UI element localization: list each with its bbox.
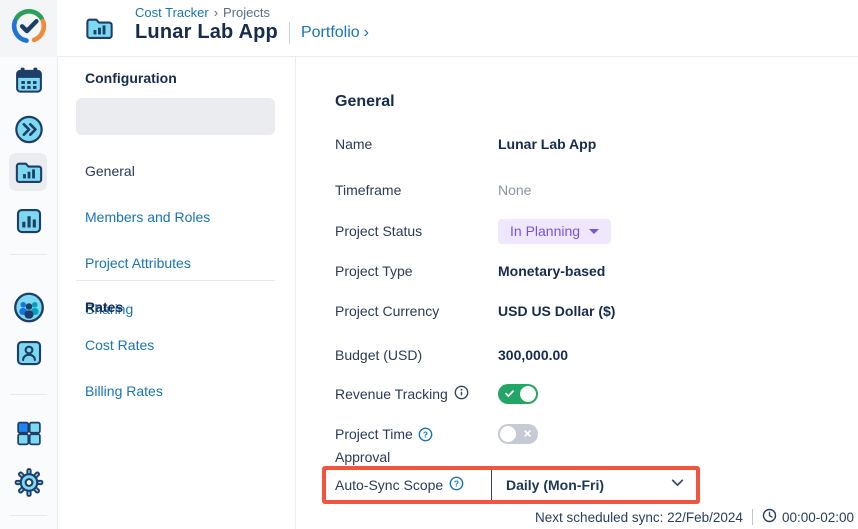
projects-folder-icon[interactable] <box>13 157 44 188</box>
app-window: Cost Tracker › Projects Lunar Lab App Po… <box>0 0 858 529</box>
chevron-down-icon <box>669 474 686 496</box>
breadcrumb: Cost Tracker › Projects <box>135 5 270 20</box>
reports-chart-icon[interactable] <box>14 206 44 236</box>
field-row-project-type: Project Type Monetary-based <box>335 261 835 281</box>
app-logo-cell[interactable] <box>0 0 57 57</box>
help-icon[interactable]: ? <box>418 427 433 447</box>
sync-time-range: 00:00-02:00 <box>782 510 854 525</box>
svg-text:?: ? <box>454 479 459 489</box>
page-header: Cost Tracker › Projects Lunar Lab App Po… <box>0 0 858 57</box>
rail-divider <box>10 515 47 516</box>
auto-sync-scope-select[interactable]: Daily (Mon-Fri) <box>492 474 696 496</box>
field-label: Timeframe <box>335 182 498 198</box>
rail-divider <box>10 254 47 255</box>
project-status-dropdown[interactable]: In Planning <box>498 219 611 244</box>
page-title: Lunar Lab App <box>135 21 278 44</box>
caret-down-icon <box>589 229 599 234</box>
select-value: Daily (Mon-Fri) <box>506 477 604 493</box>
field-row-name: Name Lunar Lab App <box>335 134 835 154</box>
apps-grid-icon[interactable] <box>14 419 43 448</box>
sidebar-item-project-attributes[interactable]: Project Attributes <box>85 255 191 271</box>
toggle-knob <box>520 386 536 402</box>
field-label: Budget (USD) <box>335 347 498 363</box>
field-label: Auto-Sync Scope <box>335 477 443 493</box>
project-time-approval-toggle[interactable] <box>498 424 538 444</box>
check-icon <box>503 387 516 405</box>
cross-icon <box>521 427 534 445</box>
team-icon[interactable] <box>12 291 45 324</box>
main-content: General Name Lunar Lab App Timeframe Non… <box>296 57 858 529</box>
sidebar-heading-rates: Rates <box>85 299 123 315</box>
help-icon[interactable]: ? <box>449 476 464 494</box>
field-label: Project Type <box>335 263 498 279</box>
chevron-right-icon: › <box>364 24 369 42</box>
field-label: Project Status <box>335 223 498 239</box>
section-heading-general: General <box>335 93 395 111</box>
field-label: Name <box>335 136 498 152</box>
field-row-project-currency: Project Currency USD US Dollar ($) <box>335 301 835 321</box>
field-label-line2: Approval <box>335 449 390 465</box>
sidebar-item-billing-rates[interactable]: Billing Rates <box>85 383 163 399</box>
auto-sync-highlight-box: Auto-Sync Scope ? Daily (Mon-Fri) <box>322 466 700 504</box>
icon-rail <box>0 57 58 529</box>
revenue-tracking-toggle[interactable] <box>498 384 538 404</box>
sidebar-item-general-bg[interactable] <box>76 98 275 135</box>
cost-tracker-logo-icon <box>10 7 48 50</box>
field-value-project-currency: USD US Dollar ($) <box>498 303 615 319</box>
title-divider <box>289 22 290 44</box>
info-icon[interactable] <box>454 385 469 403</box>
field-label: Revenue Tracking <box>335 386 448 402</box>
field-label-line1: Project Time <box>335 426 413 442</box>
title-row: Lunar Lab App Portfolio › <box>135 21 369 44</box>
portfolio-link[interactable]: Portfolio › <box>301 24 369 42</box>
breadcrumb-section[interactable]: Projects <box>223 5 270 20</box>
sidebar-heading-configuration: Configuration <box>85 70 177 86</box>
svg-text:?: ? <box>423 430 428 440</box>
field-row-project-time-approval: Project Time ? Approval <box>335 424 835 464</box>
field-label: Project Currency <box>335 303 498 319</box>
fast-forward-icon[interactable] <box>13 114 44 145</box>
field-value-budget: 300,000.00 <box>498 347 568 363</box>
sidebar-item-general[interactable]: General <box>85 163 135 179</box>
toggle-knob <box>500 426 516 442</box>
footer-divider <box>752 509 753 525</box>
status-badge: In Planning <box>510 223 580 239</box>
rail-divider <box>10 394 47 395</box>
sidebar-item-members-and-roles[interactable]: Members and Roles <box>85 209 210 225</box>
calendar-icon[interactable] <box>13 65 44 96</box>
field-row-revenue-tracking: Revenue Tracking <box>335 384 835 404</box>
field-value-timeframe: None <box>498 182 531 198</box>
user-icon[interactable] <box>14 338 44 368</box>
config-sidebar: Configuration General Members and Roles … <box>58 57 296 529</box>
field-row-project-status: Project Status In Planning <box>335 218 835 244</box>
field-row-budget: Budget (USD) 300,000.00 <box>335 345 835 365</box>
settings-gear-icon[interactable] <box>13 467 44 498</box>
sidebar-divider <box>76 280 275 281</box>
next-sync-text: Next scheduled sync: 22/Feb/2024 <box>535 510 743 525</box>
sidebar-item-cost-rates[interactable]: Cost Rates <box>85 337 154 353</box>
project-folder-chart-icon <box>84 13 115 49</box>
breadcrumb-app-link[interactable]: Cost Tracker <box>135 5 209 20</box>
field-row-timeframe: Timeframe None <box>335 180 835 200</box>
field-value-project-type: Monetary-based <box>498 263 605 279</box>
next-sync-footer: Next scheduled sync: 22/Feb/2024 00:00-0… <box>535 508 854 526</box>
clock-icon <box>762 508 777 526</box>
breadcrumb-separator: › <box>214 5 218 20</box>
field-value-name: Lunar Lab App <box>498 136 596 152</box>
